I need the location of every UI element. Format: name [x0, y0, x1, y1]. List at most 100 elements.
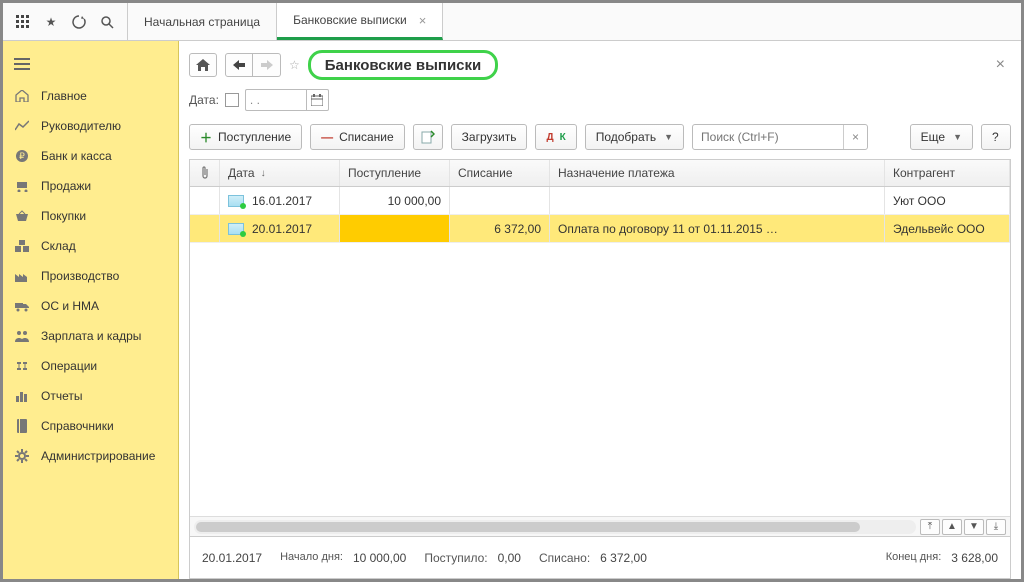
date-label: Дата:: [189, 93, 219, 107]
tab-bank-statements[interactable]: Банковские выписки ×: [277, 3, 443, 40]
sidebar-item-bars[interactable]: Отчеты: [3, 381, 178, 411]
document-icon: [228, 195, 244, 207]
cell-counterparty: Уют ООО: [885, 187, 1010, 214]
date-input[interactable]: [246, 91, 306, 109]
date-field[interactable]: [245, 89, 329, 111]
ruble-icon: ₽: [13, 149, 31, 163]
date-checkbox[interactable]: [225, 93, 239, 107]
search-field[interactable]: ×: [692, 124, 868, 150]
truck-icon: [13, 300, 31, 312]
summary-in-label: Поступило:: [424, 551, 487, 565]
summary-date: 20.01.2017: [202, 551, 262, 565]
apps-icon[interactable]: [9, 3, 37, 41]
table-header: Дата ↓ Поступление Списание Назначение п…: [190, 160, 1010, 187]
sidebar-item-people[interactable]: Зарплата и кадры: [3, 321, 178, 351]
sidebar-item-factory[interactable]: Производство: [3, 261, 178, 291]
summary-in-value: 0,00: [498, 551, 521, 565]
load-button[interactable]: Загрузить: [451, 124, 528, 150]
close-icon[interactable]: ×: [419, 13, 427, 28]
refresh-button[interactable]: [413, 124, 443, 150]
title-bar: ☆ Банковские выписки ×: [189, 47, 1011, 83]
summary-start-value: 10 000,00: [353, 551, 406, 565]
col-attachment[interactable]: [190, 160, 220, 186]
cell-date: 20.01.2017: [220, 215, 340, 242]
sidebar-item-truck[interactable]: ОС и НМА: [3, 291, 178, 321]
cell-writeoff: 6 372,00: [450, 215, 550, 242]
help-button[interactable]: ?: [981, 124, 1011, 150]
statements-table: Дата ↓ Поступление Списание Назначение п…: [189, 159, 1011, 537]
sidebar-toggle[interactable]: [3, 47, 178, 81]
favorite-icon[interactable]: ☆: [289, 58, 300, 72]
sidebar-item-label: Отчеты: [41, 389, 82, 403]
tab-home[interactable]: Начальная страница: [127, 3, 277, 40]
book-icon: [13, 419, 31, 433]
paperclip-icon: [200, 166, 210, 180]
dk-button[interactable]: ДК: [535, 124, 576, 150]
cell-counterparty: Эдельвейс ООО: [885, 215, 1010, 242]
sidebar-item-basket[interactable]: Покупки: [3, 201, 178, 231]
summary-start-label: Начало дня:: [280, 551, 343, 564]
sidebar-item-label: Склад: [41, 239, 76, 253]
home-icon: [13, 90, 31, 102]
page-last-button[interactable]: ⤓: [986, 519, 1006, 535]
tab-label: Банковские выписки: [293, 13, 407, 27]
search-input[interactable]: [693, 126, 843, 148]
col-purpose[interactable]: Назначение платежа: [550, 160, 885, 186]
sidebar-item-cart[interactable]: Продажи: [3, 171, 178, 201]
sidebar-item-chart[interactable]: Руководителю: [3, 111, 178, 141]
sidebar-item-label: Продажи: [41, 179, 91, 193]
summary-out-label: Списано:: [539, 551, 590, 565]
table-row[interactable]: 16.01.201710 000,00Уют ООО: [190, 187, 1010, 215]
history-icon[interactable]: [65, 3, 93, 41]
panel-close-button[interactable]: ×: [990, 56, 1011, 74]
sidebar-item-label: ОС и НМА: [41, 299, 99, 313]
ops-icon: [13, 360, 31, 372]
calendar-icon[interactable]: [306, 89, 328, 111]
page-up-button[interactable]: ▲: [942, 519, 962, 535]
sidebar-item-ops[interactable]: Операции: [3, 351, 178, 381]
search-clear-button[interactable]: ×: [843, 125, 867, 149]
sidebar-item-boxes[interactable]: Склад: [3, 231, 178, 261]
horizontal-scrollbar[interactable]: [194, 520, 916, 534]
minus-icon: —: [321, 130, 333, 144]
sidebar-item-label: Банк и касса: [41, 149, 112, 163]
star-icon[interactable]: ★: [37, 3, 65, 41]
cell-receipt: [340, 215, 450, 242]
summary-bar: 20.01.2017 Начало дня: 10 000,00 Поступи…: [189, 537, 1011, 579]
table-body: 16.01.201710 000,00Уют ООО20.01.2017 6 37…: [190, 187, 1010, 516]
col-date[interactable]: Дата ↓: [220, 160, 340, 186]
col-receipt[interactable]: Поступление: [340, 160, 450, 186]
top-icon-strip: ★: [3, 3, 127, 40]
col-counterparty[interactable]: Контрагент: [885, 160, 1010, 186]
basket-icon: [13, 210, 31, 222]
forward-button[interactable]: [253, 53, 281, 77]
row-pager: ⤒ ▲ ▼ ⤓: [920, 519, 1010, 535]
more-button[interactable]: Еще ▼: [910, 124, 973, 150]
page-first-button[interactable]: ⤒: [920, 519, 940, 535]
cell-attachment: [190, 187, 220, 214]
writeoff-button[interactable]: — Списание: [310, 124, 405, 150]
search-icon[interactable]: [93, 3, 121, 41]
top-bar: ★ Начальная страница Банковские выписки …: [3, 3, 1021, 41]
people-icon: [13, 330, 31, 342]
sort-asc-icon: ↓: [261, 168, 266, 179]
sidebar-item-book[interactable]: Справочники: [3, 411, 178, 441]
sidebar-item-label: Справочники: [41, 419, 114, 433]
cart-icon: [13, 180, 31, 192]
svg-text:₽: ₽: [19, 151, 25, 161]
chevron-down-icon: ▼: [664, 132, 673, 142]
pick-button[interactable]: Подобрать ▼: [585, 124, 684, 150]
receipt-button[interactable]: ＋ Поступление: [189, 124, 302, 150]
menu-icon: [13, 58, 31, 70]
col-writeoff[interactable]: Списание: [450, 160, 550, 186]
table-footer-controls: ⤒ ▲ ▼ ⤓: [190, 516, 1010, 536]
sidebar-item-ruble[interactable]: ₽ Банк и касса: [3, 141, 178, 171]
sidebar-item-home[interactable]: Главное: [3, 81, 178, 111]
tab-label: Начальная страница: [144, 15, 260, 29]
page-down-button[interactable]: ▼: [964, 519, 984, 535]
table-row[interactable]: 20.01.20176 372,00Оплата по договору 11 …: [190, 215, 1010, 243]
sidebar-item-gear[interactable]: Администрирование: [3, 441, 178, 471]
back-button[interactable]: [225, 53, 253, 77]
sidebar-item-label: Покупки: [41, 209, 86, 223]
home-button[interactable]: [189, 53, 217, 77]
